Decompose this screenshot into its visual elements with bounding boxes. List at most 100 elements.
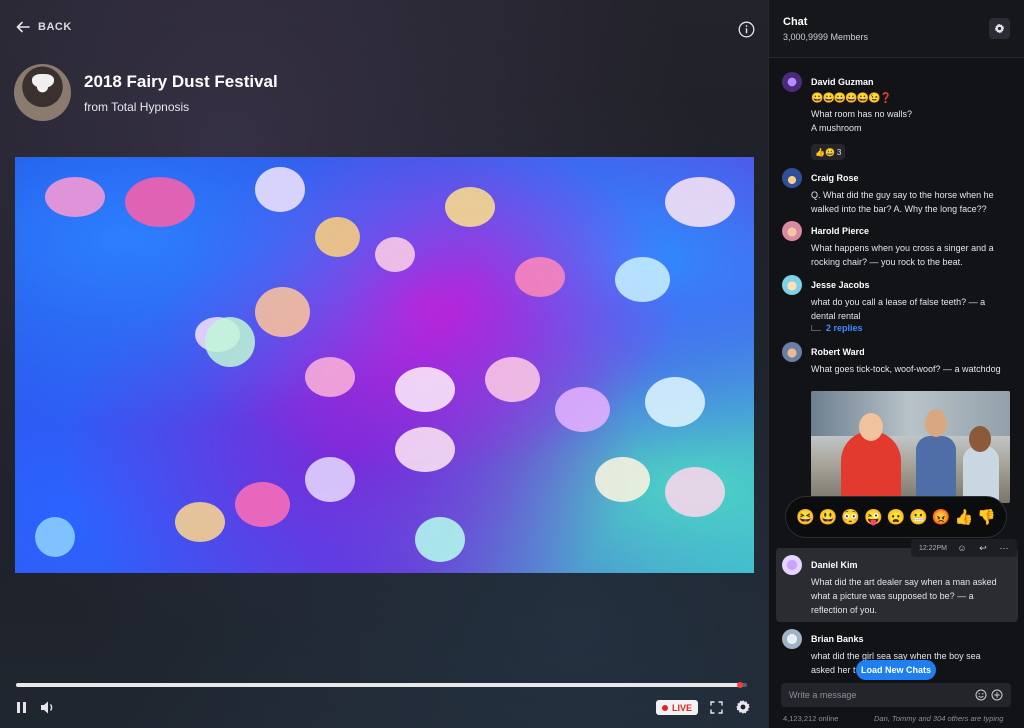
reaction-option[interactable]: 😦 <box>887 508 906 526</box>
progress-fill <box>16 683 740 687</box>
settings-gear-icon[interactable] <box>735 699 751 715</box>
message-text: What goes tick-tock, woof-woof? — a watc… <box>811 364 1001 374</box>
video-figure <box>445 187 495 227</box>
image-figure <box>969 426 991 452</box>
reply-thread-icon <box>811 325 821 331</box>
video-figure <box>305 457 355 502</box>
live-badge[interactable]: LIVE <box>656 700 698 715</box>
video-figure <box>375 237 415 272</box>
video-figure <box>255 287 310 337</box>
gear-icon <box>994 23 1005 34</box>
message-toolbar: 12:22PM ☺ ↩ ⋯ <box>911 539 1017 557</box>
message-text: 😀😀😀😀😀😉❓ What room has no walls? A mushro… <box>811 92 1007 135</box>
more-options-icon[interactable]: ⋯ <box>998 542 1010 554</box>
message-image[interactable] <box>811 391 1010 503</box>
streamer-avatar[interactable] <box>14 64 71 121</box>
video-figure <box>305 357 355 397</box>
reaction-option[interactable]: 😆 <box>796 508 815 526</box>
reaction-option[interactable]: 😬 <box>909 508 928 526</box>
live-dot-icon <box>661 704 668 711</box>
pause-icon[interactable] <box>16 701 28 714</box>
video-figure <box>555 387 610 432</box>
message-input[interactable] <box>789 690 965 700</box>
message-timestamp: 12:22PM <box>919 544 948 552</box>
video-figure <box>665 467 725 517</box>
chat-title: Chat <box>783 16 808 28</box>
avatar[interactable] <box>782 629 802 649</box>
avatar[interactable] <box>782 342 802 362</box>
reply-icon[interactable]: ↩ <box>977 542 989 554</box>
video-figure <box>125 177 195 227</box>
video-figure <box>35 517 75 557</box>
avatar[interactable] <box>782 275 802 295</box>
video-figure <box>485 357 540 402</box>
message-text: what do you call a lease of false teeth?… <box>811 297 986 321</box>
emoji-icon[interactable] <box>975 689 987 701</box>
message-author[interactable]: Robert Ward <box>811 347 865 357</box>
video-figure <box>645 377 705 427</box>
video-progress-bar[interactable] <box>16 682 747 688</box>
video-figure <box>395 367 455 412</box>
reaction-option[interactable]: 😡 <box>932 508 951 526</box>
add-attachment-icon[interactable] <box>991 689 1003 701</box>
emoji-reaction-picker: 😆 😃 😳 😜 😦 😬 😡 👍 👎 <box>785 496 1007 538</box>
progress-knob[interactable] <box>736 682 743 688</box>
message-emoji-line: 😀😀😀😀😀😉❓ <box>811 93 892 104</box>
live-label: LIVE <box>671 702 692 713</box>
chat-member-count: 3,000,9999 Members <box>783 32 869 42</box>
video-figure <box>205 317 255 367</box>
chat-settings-button[interactable] <box>989 18 1010 39</box>
video-figure <box>45 177 105 217</box>
info-icon[interactable] <box>738 21 755 38</box>
avatar[interactable] <box>782 555 802 575</box>
message-author[interactable]: David Guzman <box>811 77 874 87</box>
message-author[interactable]: Brian Banks <box>811 634 864 644</box>
reaction-emoji: 👍😀 <box>815 147 835 157</box>
video-player[interactable] <box>15 157 754 573</box>
image-figure <box>925 409 947 437</box>
back-button[interactable]: BACK <box>16 20 72 34</box>
online-count: 4,123,212 online <box>783 714 839 723</box>
fullscreen-icon[interactable] <box>710 701 723 714</box>
reaction-option[interactable]: 😜 <box>864 508 883 526</box>
message-author[interactable]: Daniel Kim <box>811 560 858 570</box>
reaction-option[interactable]: 😃 <box>819 508 838 526</box>
image-figure <box>841 431 901 503</box>
reaction-count: 3 <box>836 147 842 157</box>
video-figure <box>415 517 465 562</box>
typing-indicator: Dan, Tommy and 304 others are typing <box>874 714 1004 723</box>
reaction-badge[interactable]: 👍😀 3 <box>811 144 846 160</box>
reaction-option[interactable]: 👍 <box>955 508 974 526</box>
reaction-option[interactable]: 👎 <box>977 508 996 526</box>
message-text: What did the art dealer say when a man a… <box>811 577 997 615</box>
replies-link[interactable]: 2 replies <box>811 323 863 333</box>
message-line: A mushroom <box>811 123 862 133</box>
load-new-chats-button[interactable]: Load New Chats <box>856 660 936 680</box>
message-text: What happens when you cross a singer and… <box>811 243 994 267</box>
video-figure <box>665 177 735 227</box>
message-author[interactable]: Jesse Jacobs <box>811 280 870 290</box>
video-figure <box>315 217 360 257</box>
stream-title: 2018 Fairy Dust Festival <box>84 72 278 91</box>
avatar[interactable] <box>782 221 802 241</box>
video-figure <box>515 257 565 297</box>
message-author[interactable]: Harold Pierce <box>811 226 869 236</box>
message-author[interactable]: Craig Rose <box>811 173 859 183</box>
image-figure <box>916 436 956 503</box>
avatar[interactable] <box>782 72 802 92</box>
video-figure <box>175 502 225 542</box>
video-figure <box>395 427 455 472</box>
message-line: What room has no walls? <box>811 109 913 119</box>
image-figure <box>963 446 999 503</box>
message-text: Q. What did the guy say to the horse whe… <box>811 190 994 214</box>
volume-icon[interactable] <box>40 700 55 715</box>
add-reaction-icon[interactable]: ☺ <box>956 542 968 554</box>
arrow-left-icon <box>16 21 30 33</box>
avatar[interactable] <box>782 168 802 188</box>
reaction-option[interactable]: 😳 <box>841 508 860 526</box>
video-figure <box>255 167 305 212</box>
video-figure <box>595 457 650 502</box>
message-input-container <box>781 683 1011 707</box>
video-figure <box>615 257 670 302</box>
image-figure <box>859 413 883 441</box>
